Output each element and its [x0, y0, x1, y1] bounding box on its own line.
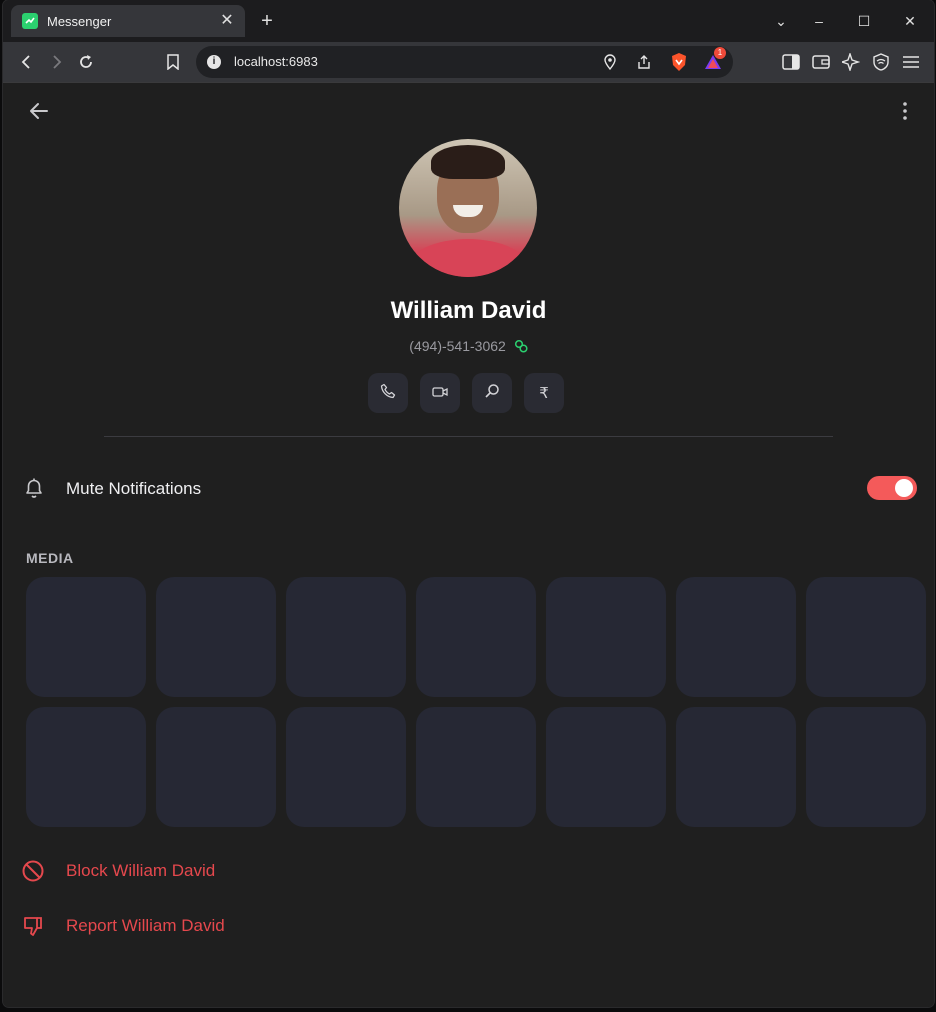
mute-notifications-label: Mute Notifications [66, 479, 202, 498]
bell-icon [23, 476, 45, 500]
phone-row: (494)-541-3062 [3, 338, 934, 356]
video-call-button[interactable] [420, 373, 460, 413]
tab-messenger[interactable]: Messenger ✕ [11, 5, 245, 37]
bookmark-icon[interactable] [161, 50, 185, 74]
media-tile[interactable] [416, 577, 536, 697]
media-tile[interactable] [156, 707, 276, 827]
site-info-icon[interactable]: i [207, 55, 221, 69]
media-tile[interactable] [286, 577, 406, 697]
media-tile[interactable] [156, 577, 276, 697]
section-divider [104, 436, 833, 437]
minimize-button[interactable]: – [807, 10, 831, 32]
thumbs-down-icon [21, 914, 45, 938]
tab-close-icon[interactable]: ✕ [217, 11, 237, 31]
mute-notifications-row: Mute Notifications [3, 463, 934, 513]
block-contact-label: Block William David [66, 861, 216, 880]
menu-hamburger-icon[interactable] [899, 50, 923, 74]
report-contact-label: Report William David [66, 916, 225, 935]
reload-icon[interactable] [74, 50, 98, 74]
media-tile[interactable] [26, 577, 146, 697]
forward-nav-icon[interactable] [44, 50, 68, 74]
brave-shields-icon[interactable] [670, 52, 688, 77]
sidebar-toggle-icon[interactable] [779, 50, 803, 74]
url-text: localhost:6983 [234, 54, 318, 69]
video-camera-icon [432, 385, 448, 402]
media-tile[interactable] [806, 707, 926, 827]
close-window-button[interactable]: ✕ [898, 10, 922, 32]
block-icon [21, 859, 45, 883]
browser-toolbar: i localhost:6983 [3, 42, 934, 83]
rewards-notification-badge: 1 [714, 47, 726, 59]
address-bar[interactable]: i localhost:6983 [196, 46, 733, 78]
media-section-title: MEDIA [26, 550, 74, 566]
media-tile[interactable] [286, 707, 406, 827]
vpn-shield-icon[interactable] [869, 50, 893, 74]
phone-number: (494)-541-3062 [409, 338, 506, 354]
media-tile[interactable] [546, 577, 666, 697]
more-options-icon[interactable] [893, 99, 917, 123]
report-contact-button[interactable]: Report William David [3, 906, 934, 946]
back-nav-icon[interactable] [15, 50, 39, 74]
tab-search-chevron-icon[interactable]: ⌄ [769, 10, 793, 32]
rupee-icon: ₹ [539, 385, 549, 402]
maximize-button[interactable]: ☐ [852, 10, 876, 32]
contact-name: William David [390, 297, 547, 324]
phone-icon [380, 383, 396, 403]
back-arrow-icon[interactable] [27, 99, 51, 123]
avatar[interactable] [399, 139, 537, 277]
search-icon [484, 383, 500, 403]
toggle-knob [895, 479, 913, 497]
media-tile[interactable] [676, 577, 796, 697]
send-payment-button[interactable]: ₹ [524, 373, 564, 413]
wallet-icon[interactable] [809, 50, 833, 74]
media-tile[interactable] [416, 707, 536, 827]
location-icon[interactable] [603, 54, 617, 75]
quick-actions: ₹ [368, 373, 564, 413]
browser-window: Messenger ✕ + ⌄ – ☐ ✕ i localhost:6983 1… [3, 0, 934, 1007]
mute-notifications-toggle[interactable] [867, 476, 917, 500]
media-tile[interactable] [676, 707, 796, 827]
verified-link-icon [514, 339, 528, 356]
tab-strip: Messenger ✕ + ⌄ – ☐ ✕ [3, 0, 934, 42]
share-icon[interactable] [636, 54, 652, 75]
leo-ai-icon[interactable] [839, 50, 863, 74]
media-grid [26, 577, 934, 827]
media-tile[interactable] [806, 577, 926, 697]
messenger-favicon-icon [22, 13, 38, 29]
new-tab-button[interactable]: + [256, 10, 278, 32]
contact-profile-page: William David (494)-541-3062 ₹ Mute Noti… [3, 83, 934, 1007]
search-conversation-button[interactable] [472, 373, 512, 413]
tab-title: Messenger [47, 13, 112, 29]
media-tile[interactable] [26, 707, 146, 827]
block-contact-button[interactable]: Block William David [3, 851, 934, 891]
media-tile[interactable] [546, 707, 666, 827]
call-button[interactable] [368, 373, 408, 413]
